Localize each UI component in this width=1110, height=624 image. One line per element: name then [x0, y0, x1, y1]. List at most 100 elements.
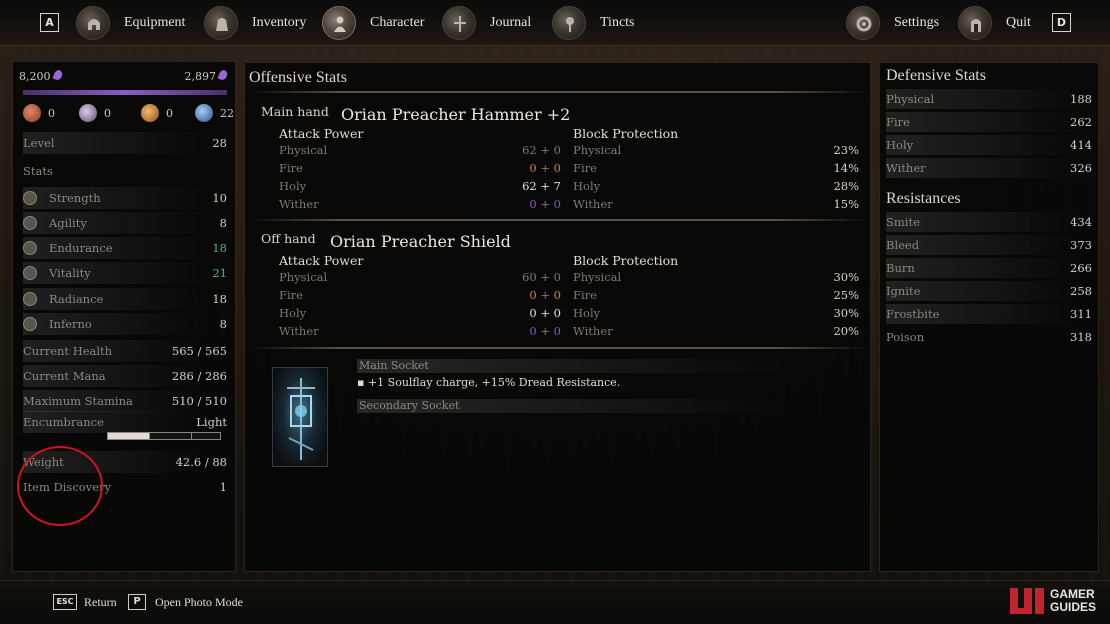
item-discovery-value: 1 — [219, 480, 227, 494]
top-nav-bar: A Equipment Inventory Character Journal … — [0, 0, 1110, 46]
resistance-row-ignite: Ignite 258 — [886, 281, 1092, 301]
photo-mode-button[interactable]: Open Photo Mode — [155, 594, 243, 610]
encumbrance-threshold — [191, 432, 192, 440]
encumbrance-threshold — [149, 432, 150, 440]
attack-type: Physical — [279, 143, 328, 157]
gear-icon — [846, 6, 880, 40]
block-row-physical: Physical 30% — [573, 269, 859, 285]
stat-row-strength[interactable]: Strength 10 — [23, 187, 227, 209]
next-tab-key[interactable]: D — [1052, 13, 1071, 32]
stat-row-inferno[interactable]: Inferno 8 — [23, 313, 227, 335]
stat-value: 18 — [212, 292, 227, 306]
defense-label: Wither — [886, 161, 926, 175]
attack-row-wither: Wither 0 + 0 — [279, 323, 561, 339]
level-value: 28 — [212, 136, 227, 150]
stat-label: Agility — [49, 216, 87, 230]
stat-row-agility[interactable]: Agility 8 — [23, 212, 227, 234]
radiance-icon — [23, 292, 37, 306]
tab-equipment[interactable]: Equipment — [76, 0, 185, 46]
inferno-icon — [23, 317, 37, 331]
soul-icon — [52, 68, 63, 82]
tab-label: Tincts — [600, 15, 635, 30]
defense-label: Holy — [886, 138, 914, 152]
tab-character[interactable]: Character — [322, 0, 424, 46]
stat-value: 8 — [219, 216, 227, 230]
stat-row-radiance[interactable]: Radiance 18 — [23, 288, 227, 310]
offensive-stats-panel: Offensive Stats Main hand Orian Preacher… — [244, 62, 871, 572]
stat-label: Inferno — [49, 317, 92, 331]
encumbrance-value: Light — [196, 415, 227, 429]
resource-item: 0 — [79, 104, 111, 122]
resistance-row-poison: Poison 318 — [886, 327, 1092, 347]
encumbrance-fill — [108, 433, 150, 439]
resistance-value: 373 — [1070, 238, 1092, 252]
gamer-guides-brand: GAMER GUIDES — [1050, 588, 1096, 614]
encumbrance-row: Encumbrance Light — [23, 411, 227, 433]
hand-icon — [23, 104, 41, 122]
block-type: Holy — [573, 306, 601, 320]
prev-tab-key[interactable]: A — [40, 13, 59, 32]
block-value: 30% — [833, 306, 859, 320]
tab-tincts[interactable]: Tincts — [552, 0, 635, 46]
stats-heading: Stats — [23, 164, 53, 178]
quit-label: Quit — [1006, 15, 1031, 30]
escape-key[interactable]: ESC — [53, 594, 77, 610]
resistance-label: Frostbite — [886, 307, 940, 321]
defensive-stats-panel: Defensive Stats Physical 188 Fire 262 Ho… — [879, 62, 1099, 572]
stat-row-endurance[interactable]: Endurance 18 — [23, 237, 227, 259]
block-type: Holy — [573, 179, 601, 193]
orb-icon — [79, 104, 97, 122]
attack-type: Holy — [279, 179, 307, 193]
defensive-stats-title: Defensive Stats — [886, 67, 986, 84]
attack-row-physical: Physical 62 + 0 — [279, 142, 561, 158]
settings-button[interactable]: Settings — [846, 0, 939, 46]
agility-icon — [23, 216, 37, 230]
main-hand-label: Main hand — [261, 104, 329, 119]
block-row-fire: Fire 25% — [573, 287, 859, 303]
attack-value: 62 + 7 — [522, 179, 561, 193]
attack-value: 60 + 0 — [522, 270, 561, 284]
current-health-label: Current Health — [23, 344, 113, 358]
highlight-circle — [17, 446, 103, 526]
block-type: Fire — [573, 288, 597, 302]
resistance-row-smite: Smite 434 — [886, 212, 1092, 232]
lantern-icon — [287, 378, 315, 460]
resistance-row-bleed: Bleed 373 — [886, 235, 1092, 255]
quit-button[interactable]: Quit — [958, 0, 1031, 46]
resistance-label: Burn — [886, 261, 915, 275]
attack-power-title: Attack Power — [279, 253, 364, 268]
attack-value: 0 + 0 — [529, 197, 561, 211]
stat-label: Strength — [49, 191, 101, 205]
stat-value: 18 — [212, 241, 227, 255]
stat-row-vitality[interactable]: Vitality 21 — [23, 262, 227, 284]
stat-value: 8 — [219, 317, 227, 331]
tab-inventory[interactable]: Inventory — [204, 0, 306, 46]
souls-held-value: 8,200 — [19, 70, 51, 83]
stat-value: 21 — [212, 266, 227, 280]
gamer-guides-logo-icon — [1010, 588, 1044, 614]
attack-type: Holy — [279, 306, 307, 320]
tab-label: Journal — [490, 15, 532, 30]
resistance-value: 318 — [1070, 330, 1092, 344]
resource-item: 0 — [141, 104, 173, 122]
socketed-item-image[interactable] — [272, 367, 328, 467]
encumbrance-label: Encumbrance — [23, 415, 104, 429]
divider — [249, 91, 869, 93]
block-row-holy: Holy 30% — [573, 305, 859, 321]
attack-row-physical: Physical 60 + 0 — [279, 269, 561, 285]
stats-heading-row: Stats — [23, 160, 227, 182]
block-row-physical: Physical 23% — [573, 142, 859, 158]
level-row: Level 28 — [23, 132, 227, 154]
resistance-value: 434 — [1070, 215, 1092, 229]
tab-journal[interactable]: Journal — [442, 0, 531, 46]
attack-type: Wither — [279, 197, 319, 211]
resistance-label: Bleed — [886, 238, 920, 252]
attack-row-holy: Holy 62 + 7 — [279, 178, 561, 194]
resource-value: 0 — [48, 106, 55, 120]
resistance-row-burn: Burn 266 — [886, 258, 1092, 278]
max-stamina-row: Maximum Stamina 510 / 510 — [23, 390, 227, 412]
photo-mode-key[interactable]: P — [128, 594, 146, 610]
block-row-fire: Fire 14% — [573, 160, 859, 176]
resource-item: 22 — [195, 104, 234, 122]
return-button[interactable]: Return — [84, 594, 117, 610]
